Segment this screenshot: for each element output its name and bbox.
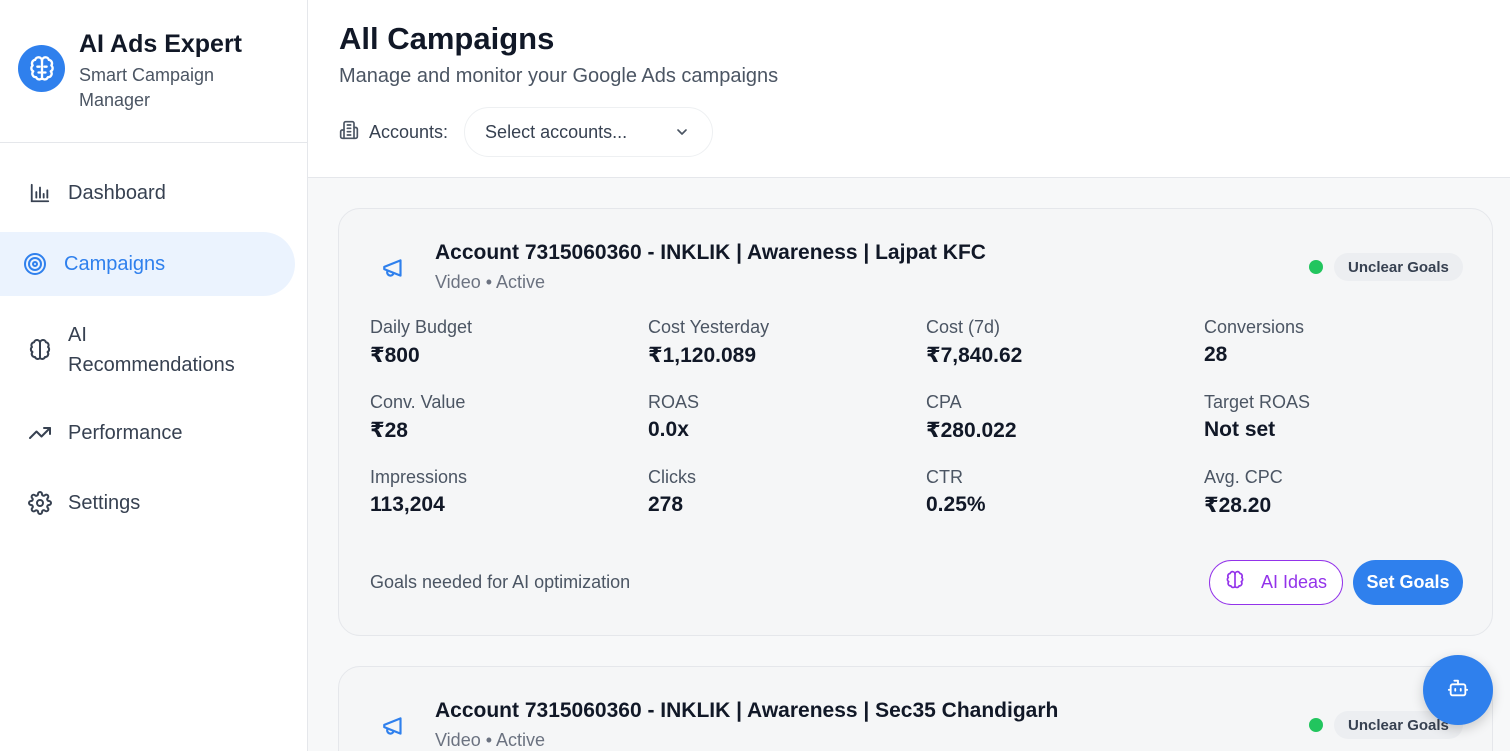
sidebar-item-label: Campaigns [64, 252, 166, 275]
set-goals-button[interactable]: Set Goals [1353, 560, 1463, 605]
gear-icon [28, 491, 52, 515]
status-dot [1309, 718, 1323, 732]
metric-label: Cost (7d) [926, 317, 1001, 337]
trending-up-icon [28, 421, 52, 445]
metric-label: CTR [926, 467, 963, 487]
sidebar-item-performance[interactable]: Performance [0, 400, 295, 466]
page-subtitle: Manage and monitor your Google Ads campa… [339, 65, 779, 87]
campaign-card: Account 7315060360 - INKLIK | Awareness … [338, 666, 1493, 751]
metric-daily-budget: Daily Budget ₹800 [370, 317, 472, 368]
metric-conversions: Conversions 28 [1204, 317, 1304, 367]
metric-value: ₹28 [370, 419, 408, 442]
page-header: All Campaigns Manage and monitor your Go… [308, 0, 1510, 178]
app-subtitle: Smart Campaign Manager [79, 65, 215, 110]
brain-icon [1225, 570, 1245, 595]
metric-label: Target ROAS [1204, 392, 1311, 412]
sidebar-item-label: Dashboard [68, 181, 166, 204]
target-icon [23, 252, 47, 276]
accounts-filter: Accounts: Select accounts... [339, 106, 714, 158]
chevron-down-icon [674, 124, 690, 145]
brain-icon [18, 45, 65, 92]
metric-roas: ROAS 0.0x [648, 392, 699, 442]
metric-label: Daily Budget [370, 317, 473, 337]
metric-label: CPA [926, 392, 962, 412]
campaign-title[interactable]: Account 7315060360 - INKLIK | Awareness … [435, 699, 1058, 723]
accounts-select[interactable]: Select accounts... [464, 107, 714, 157]
chatbot-button[interactable] [1423, 655, 1493, 725]
metric-avg-cpc: Avg. CPC ₹28.20 [1204, 467, 1283, 518]
bot-icon [1447, 677, 1469, 704]
campaign-title[interactable]: Account 7315060360 - INKLIK | Awareness … [435, 241, 986, 265]
ai-ideas-label: AI Ideas [1261, 572, 1328, 592]
metric-label: Avg. CPC [1204, 467, 1283, 487]
page-title: All Campaigns [339, 21, 555, 56]
metric-impressions: Impressions 113,204 [370, 467, 467, 517]
sidebar-item-campaigns[interactable]: Campaigns [0, 232, 295, 296]
megaphone-icon [379, 255, 409, 286]
metric-value: ₹7,840.62 [926, 344, 1023, 367]
metric-cpa: CPA ₹280.022 [926, 392, 1017, 443]
app-title: AI Ads Expert [79, 30, 243, 58]
metric-value: 28 [1204, 343, 1228, 366]
metric-value: ₹28.20 [1204, 494, 1272, 517]
metric-value: ₹1,120.089 [648, 344, 757, 367]
metric-value: 0.25% [926, 493, 986, 516]
campaign-card: Account 7315060360 - INKLIK | Awareness … [338, 208, 1493, 636]
sidebar-item-ai-recommendations[interactable]: AI Recommendations [0, 310, 295, 390]
campaign-type-status: Video • Active [435, 272, 546, 292]
metric-label: Impressions [370, 467, 468, 487]
metric-value: ₹800 [370, 344, 420, 367]
status-dot [1309, 260, 1323, 274]
building-icon [339, 120, 359, 145]
metric-cost-yesterday: Cost Yesterday ₹1,120.089 [648, 317, 769, 368]
sidebar-item-settings[interactable]: Settings [0, 470, 295, 536]
sidebar-item-label: AI Recommendations [68, 324, 235, 376]
metric-value: ₹280.022 [926, 419, 1017, 442]
metric-target-roas: Target ROAS Not set [1204, 392, 1310, 442]
metric-cost-7d: Cost (7d) ₹7,840.62 [926, 317, 1022, 368]
metric-clicks: Clicks 278 [648, 467, 696, 517]
megaphone-icon [379, 713, 409, 744]
metric-value: Not set [1204, 418, 1276, 441]
ai-ideas-button[interactable]: AI Ideas [1209, 560, 1343, 605]
campaign-type-status: Video • Active [435, 730, 546, 750]
bar-chart-icon [28, 181, 52, 205]
accounts-label: Accounts: [369, 121, 449, 142]
brand-header: AI Ads Expert Smart Campaign Manager [0, 0, 307, 143]
accounts-select-placeholder: Select accounts... [485, 121, 628, 142]
metric-label: Conversions [1204, 317, 1305, 337]
sidebar-item-dashboard[interactable]: Dashboard [0, 160, 295, 226]
metric-label: Conv. Value [370, 392, 466, 412]
metric-value: 278 [648, 493, 684, 516]
sidebar: AI Ads Expert Smart Campaign Manager Das… [0, 0, 308, 751]
metric-ctr: CTR 0.25% [926, 467, 986, 517]
goals-note: Goals needed for AI optimization [370, 572, 631, 592]
metric-conv-value: Conv. Value ₹28 [370, 392, 465, 443]
brain-icon [28, 338, 52, 362]
metric-value: 113,204 [370, 493, 445, 516]
metric-label: Cost Yesterday [648, 317, 770, 337]
metric-label: Clicks [648, 467, 696, 487]
sidebar-item-label: Settings [68, 491, 141, 514]
goal-status-badge: Unclear Goals [1334, 253, 1463, 281]
sidebar-item-label: Performance [68, 421, 183, 444]
metric-value: 0.0x [648, 418, 689, 441]
metric-label: ROAS [648, 392, 700, 412]
